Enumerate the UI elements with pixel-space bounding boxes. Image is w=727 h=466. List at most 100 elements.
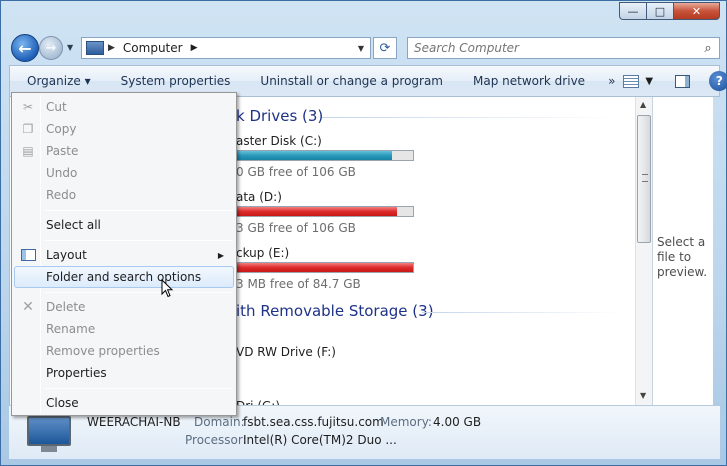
address-dropdown-icon[interactable]: ▼	[358, 44, 364, 53]
preview-message: Select a file to preview.	[657, 235, 708, 279]
system-properties-button[interactable]: System properties	[106, 74, 246, 88]
drive-e-name[interactable]: ckup (E:)	[236, 246, 289, 260]
maximize-button[interactable]: □	[646, 2, 673, 20]
mouse-pointer-icon	[161, 279, 174, 298]
search-box[interactable]: ⌕	[407, 37, 720, 59]
drive-c-free-space: 0 GB free of 106 GB	[236, 165, 356, 179]
menu-item-select-all[interactable]: Select all	[14, 214, 234, 236]
more-commands-button[interactable]: »	[600, 74, 623, 88]
scissors-icon: ✂	[22, 100, 34, 114]
menu-item-paste[interactable]: ▤ Paste	[14, 140, 234, 162]
computer-monitor-icon	[27, 416, 71, 446]
menu-item-cut[interactable]: ✂ Cut	[14, 96, 234, 118]
forward-button[interactable]: →	[39, 36, 63, 60]
computer-icon	[86, 41, 104, 55]
menu-item-label: Select all	[46, 218, 101, 232]
drive-d-usage-fill	[237, 207, 398, 216]
hard-disk-group-header[interactable]: k Drives (3)	[236, 107, 323, 125]
search-icon[interactable]: ⌕	[697, 41, 719, 56]
menu-separator	[45, 210, 233, 211]
caption-buttons: — □ ✕	[619, 2, 720, 20]
menu-item-layout[interactable]: Layout ▶	[14, 244, 234, 266]
views-icon	[623, 74, 640, 88]
navigation-bar: ← → ▼ ▶ Computer ▶ ▼ ⟳ ⌕	[9, 34, 720, 62]
preview-pane-icon	[674, 74, 690, 88]
drive-e-usage-fill	[237, 263, 413, 272]
scroll-up-arrow-icon[interactable]: ▲	[640, 100, 646, 109]
menu-separator	[45, 292, 233, 293]
menu-item-label: Redo	[46, 188, 77, 202]
scroll-down-arrow-icon[interactable]: ▼	[640, 391, 646, 400]
address-bar[interactable]: ▶ Computer ▶ ▼	[81, 37, 371, 59]
help-icon: ?	[715, 74, 723, 88]
drive-c-usage-fill	[237, 151, 392, 160]
close-window-button[interactable]: ✕	[673, 2, 720, 20]
menu-item-redo[interactable]: Redo	[14, 184, 234, 206]
grip-icon	[642, 174, 648, 182]
forward-arrow-icon: →	[45, 40, 57, 56]
drive-e-free-space: 3 MB free of 84.7 GB	[236, 277, 361, 291]
menu-item-folder-and-search-options[interactable]: Folder and search options	[14, 266, 234, 288]
menu-item-label: Paste	[46, 144, 79, 158]
search-input[interactable]	[414, 41, 697, 55]
menu-item-label: Delete	[46, 300, 86, 314]
menu-item-rename[interactable]: Rename	[14, 318, 234, 340]
menu-item-label: Undo	[46, 166, 78, 180]
menu-item-remove-properties[interactable]: Remove properties	[14, 340, 234, 362]
refresh-button[interactable]: ⟳	[373, 37, 397, 59]
drive-e-usage-bar	[236, 262, 414, 273]
minimize-button[interactable]: —	[619, 2, 646, 20]
processor-value: Intel(R) Core(TM)2 Duo ...	[243, 433, 397, 447]
menu-item-label: Layout	[46, 248, 87, 262]
view-controls: ▼ ?	[623, 71, 727, 91]
drive-d-free-space: 3 GB free of 106 GB	[236, 221, 356, 235]
menu-item-delete[interactable]: ✕ Delete	[14, 296, 234, 318]
menu-item-label: Remove properties	[46, 344, 160, 358]
change-view-button[interactable]: ▼	[623, 74, 663, 88]
recent-pages-dropdown[interactable]: ▼	[67, 43, 73, 52]
delete-icon: ✕	[22, 299, 34, 315]
drive-f-name[interactable]: VD RW Drive (F:)	[236, 345, 336, 359]
computer-name: WEERACHAI-NB	[87, 415, 181, 429]
refresh-icon: ⟳	[379, 40, 391, 56]
menu-item-properties[interactable]: Properties	[14, 362, 234, 384]
domain-value: fsbt.sea.css.fujitsu.com	[243, 415, 384, 429]
back-button[interactable]: ←	[11, 34, 39, 62]
drive-d-name[interactable]: ata (D:)	[236, 190, 282, 204]
domain-label: Domain:	[194, 415, 245, 429]
memory-label: Memory:	[380, 415, 432, 429]
drive-d-usage-bar	[236, 206, 414, 217]
removable-group-header[interactable]: ith Removable Storage (3)	[236, 302, 434, 320]
menu-item-label: Rename	[46, 322, 96, 336]
copy-icon: ❐	[22, 122, 34, 136]
drive-c-usage-bar	[236, 150, 414, 161]
menu-item-close[interactable]: Close	[14, 392, 234, 414]
scrollbar-thumb[interactable]	[637, 115, 651, 243]
memory-value: 4.00 GB	[433, 415, 482, 429]
map-network-drive-button[interactable]: Map network drive	[458, 74, 600, 88]
menu-item-undo[interactable]: Undo	[14, 162, 234, 184]
menu-item-label: Cut	[46, 100, 67, 114]
breadcrumb-chevron-icon[interactable]: ▶	[191, 43, 198, 53]
breadcrumb-chevron-icon[interactable]: ▶	[108, 43, 115, 53]
group-divider	[322, 117, 622, 118]
vertical-scrollbar[interactable]: ▲ ▼	[635, 97, 652, 405]
menu-item-label: Folder and search options	[46, 270, 202, 284]
back-arrow-icon: ←	[18, 38, 32, 58]
breadcrumb-computer[interactable]: Computer	[123, 41, 183, 55]
uninstall-program-button[interactable]: Uninstall or change a program	[245, 74, 458, 88]
layout-icon	[20, 247, 36, 263]
monitor-stand	[41, 446, 57, 452]
preview-pane-button[interactable]	[667, 74, 697, 88]
organize-button[interactable]: Organize ▾	[10, 74, 106, 88]
menu-item-label: Close	[46, 396, 79, 410]
preview-pane: Select a file to preview.	[652, 97, 713, 405]
chevron-down-icon[interactable]: ▼	[645, 76, 653, 87]
submenu-arrow-icon: ▶	[217, 250, 224, 260]
menu-item-label: Copy	[46, 122, 77, 136]
menu-separator	[45, 388, 233, 389]
help-button[interactable]: ?	[709, 71, 727, 91]
paste-icon: ▤	[22, 144, 34, 158]
drive-c-name[interactable]: aster Disk (C:)	[236, 134, 322, 148]
menu-item-copy[interactable]: ❐ Copy	[14, 118, 234, 140]
